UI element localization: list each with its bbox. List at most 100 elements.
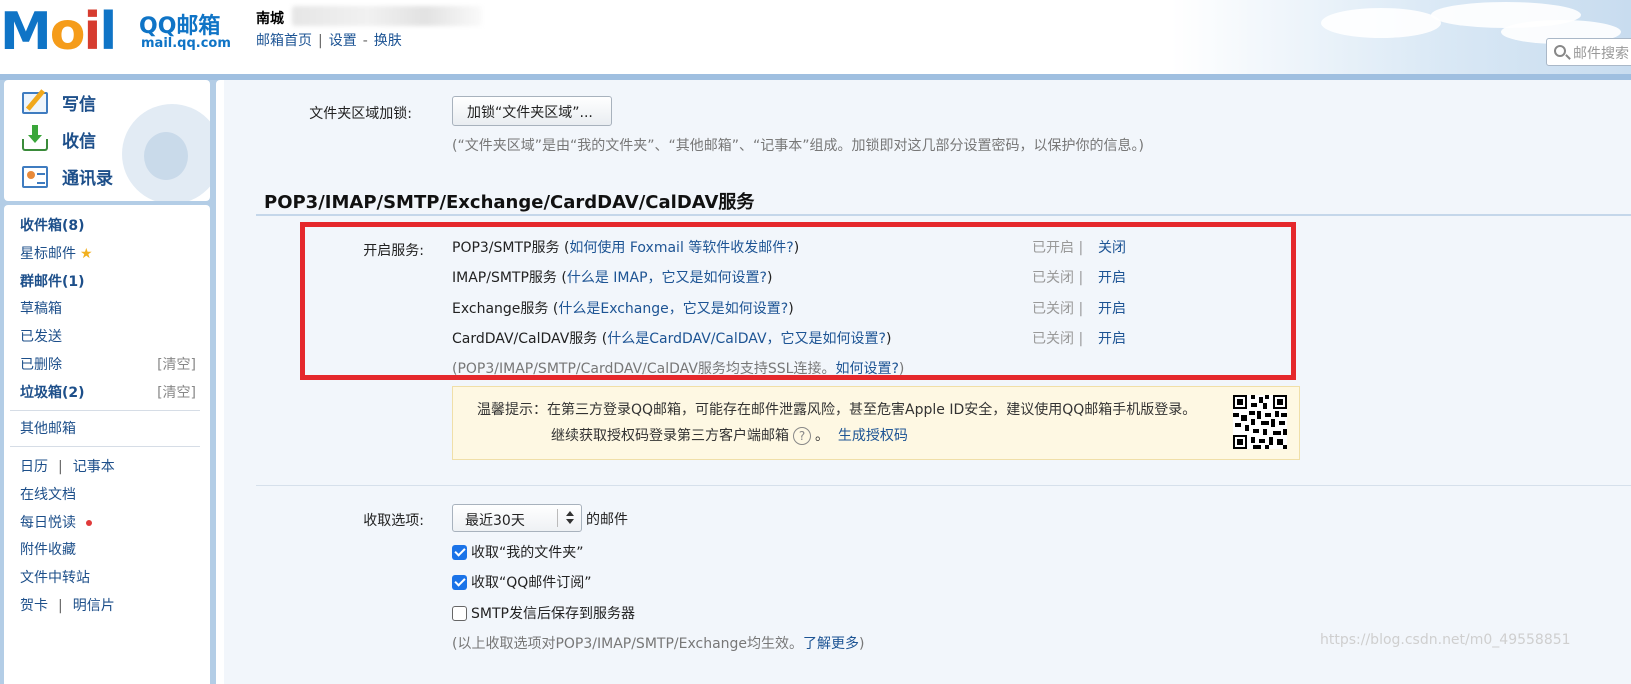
receive-icon [22, 124, 48, 151]
logo-domain: mail.qq.com [141, 36, 231, 51]
service-row-pop3: POP3/SMTP服务 (如何使用 Foxmail 等软件收发邮件?) [452, 240, 800, 256]
settings-content: 文件夹区域加锁: 加锁“文件夹区域”... (“文件夹区域”是由“我的文件夹”、… [216, 80, 1631, 684]
sidebar-item-inbox[interactable]: 收件箱(8) [20, 215, 85, 235]
compose-label: 写信 [62, 95, 96, 115]
logo-mail-text: Moil [0, 2, 117, 62]
folder-lock-note: (“文件夹区域”是由“我的文件夹”、“其他邮箱”、“记事本”组成。加锁即对这几部… [452, 138, 1144, 154]
learn-more-link[interactable]: 了解更多 [803, 636, 859, 652]
smtp-save-checkbox[interactable]: SMTP发信后保存到服务器 [452, 603, 635, 623]
imap-toggle-button[interactable]: 开启 [1098, 267, 1126, 287]
checkbox-checked-icon [452, 544, 467, 560]
sidebar-item-calendar[interactable]: 日历 [20, 459, 48, 475]
ssl-help-link[interactable]: 如何设置? [835, 361, 898, 377]
sidebar-item-daily-read[interactable]: 每日悦读 [20, 512, 92, 532]
sidebar-item-spam[interactable]: 垃圾箱(2) [20, 382, 85, 402]
clear-spam-button[interactable]: [清空] [157, 382, 196, 402]
compose-button[interactable]: 写信 [22, 90, 96, 115]
qq-mail-logo[interactable]: Moil QQ邮箱 mail.qq.com [0, 2, 240, 62]
divider [10, 410, 200, 411]
receive-suffix: 的邮件 [586, 512, 628, 528]
receive-qq-subscription-checkbox[interactable]: 收取“QQ邮件订阅” [452, 572, 592, 592]
contacts-label: 通讯录 [62, 169, 113, 189]
receive-options-label: 收取选项: [363, 513, 424, 529]
clear-deleted-button[interactable]: [清空] [157, 354, 196, 374]
section-divider [256, 485, 1631, 486]
contacts-button[interactable]: 通讯录 [22, 164, 113, 189]
help-icon[interactable]: ? [793, 427, 811, 445]
calendar-notes-row: 日历 | 记事本 [20, 459, 115, 475]
sidebar-item-deleted[interactable]: 已删除 [20, 354, 62, 374]
receive-note: (以上收取选项对POP3/IMAP/SMTP/Exchange均生效。了解更多) [452, 636, 865, 652]
search-input[interactable]: 邮件搜索 [1546, 38, 1631, 66]
service-help-link[interactable]: 什么是 IMAP，它又是如何设置? [567, 270, 767, 286]
select-arrows-icon [557, 509, 581, 527]
service-name: CardDAV/CalDAV服务 [452, 331, 598, 347]
settings-inner: 文件夹区域加锁: 加锁“文件夹区域”... (“文件夹区域”是由“我的文件夹”、… [224, 80, 1631, 684]
services-label: 开启服务: [363, 243, 424, 259]
user-name: 南城 [256, 11, 284, 27]
select-value: 最近30天 [465, 513, 525, 529]
tip-text-2: 继续获取授权码登录第三方客户端邮箱?。 生成授权码 [551, 427, 908, 445]
lock-folder-button[interactable]: 加锁“文件夹区域”... [452, 96, 612, 126]
tip-text: 温馨提示：在第三方登录QQ邮箱，可能存在邮件泄露风险，甚至危害Apple ID安… [477, 402, 1197, 418]
service-name: POP3/SMTP服务 [452, 240, 560, 256]
mailbox-home-link[interactable]: 邮箱首页 [256, 33, 312, 49]
receive-range-select[interactable]: 最近30天 [452, 504, 582, 532]
watermark: https://blog.csdn.net/m0_49558851 [1320, 632, 1571, 648]
sidebar-item-group[interactable]: 群邮件(1) [20, 271, 85, 291]
sidebar-item-starred[interactable]: 星标邮件 ★ [20, 243, 93, 263]
star-icon: ★ [80, 246, 93, 262]
warning-tip: 温馨提示：在第三方登录QQ邮箱，可能存在邮件泄露风险，甚至危害Apple ID安… [452, 386, 1300, 460]
sidebar-item-attachments[interactable]: 附件收藏 [20, 539, 76, 559]
sidebar-item-other-mail[interactable]: 其他邮箱 [20, 418, 76, 438]
search-placeholder: 邮件搜索 [1573, 46, 1629, 62]
user-address-blurred [292, 6, 482, 26]
service-name: Exchange服务 [452, 301, 549, 317]
compose-icon [22, 91, 48, 114]
change-skin-link[interactable]: 换肤 [374, 33, 402, 49]
new-dot-icon [86, 520, 92, 526]
receive-button[interactable]: 收信 [22, 124, 96, 152]
service-status: 已关闭 | [1032, 270, 1084, 286]
cards-row: 贺卡 | 明信片 [20, 598, 115, 614]
checkbox-checked-icon [452, 574, 467, 590]
sidebar-item-postcards[interactable]: 明信片 [73, 598, 115, 614]
quick-actions-panel: 写信 收信 通讯录 [4, 80, 210, 201]
generate-auth-code-link[interactable]: 生成授权码 [838, 428, 908, 444]
receive-label: 收信 [62, 132, 96, 152]
carddav-toggle-button[interactable]: 开启 [1098, 328, 1126, 348]
sidebar-item-sent[interactable]: 已发送 [20, 326, 62, 346]
divider [10, 446, 200, 447]
top-links: 邮箱首页 | 设置 - 换肤 [256, 33, 402, 49]
checkbox-unchecked-icon [452, 605, 467, 621]
folder-lock-label: 文件夹区域加锁: [309, 106, 412, 122]
settings-link[interactable]: 设置 [329, 33, 357, 49]
search-icon [1554, 45, 1566, 57]
ssl-note: (POP3/IMAP/SMTP/CardDAV/CalDAV服务均支持SSL连接… [452, 361, 905, 377]
sidebar-item-docs[interactable]: 在线文档 [20, 484, 76, 504]
header: Moil QQ邮箱 mail.qq.com 南城 邮箱首页 | 设置 - 换肤 邮件搜索 [0, 0, 1631, 74]
exchange-toggle-button[interactable]: 开启 [1098, 298, 1126, 318]
service-row-carddav: CardDAV/CalDAV服务 (什么是CardDAV/CalDAV，它又是如… [452, 331, 892, 347]
service-status: 已开启 | [1032, 240, 1084, 256]
service-row-imap: IMAP/SMTP服务 (什么是 IMAP，它又是如何设置?) [452, 270, 773, 286]
sidebar-item-notes[interactable]: 记事本 [73, 459, 115, 475]
contacts-icon [22, 165, 48, 188]
sidebar-item-cards[interactable]: 贺卡 [20, 598, 48, 614]
sidebar-item-drafts[interactable]: 草稿箱 [20, 298, 62, 318]
service-status: 已关闭 | [1032, 301, 1084, 317]
service-row-exchange: Exchange服务 (什么是Exchange，它又是如何设置?) [452, 301, 794, 317]
service-status: 已关闭 | [1032, 331, 1084, 347]
pop3-toggle-button[interactable]: 关闭 [1098, 237, 1126, 257]
receive-my-folders-checkbox[interactable]: 收取“我的文件夹” [452, 542, 584, 562]
service-help-link[interactable]: 如何使用 Foxmail 等软件收发邮件? [569, 240, 793, 256]
service-name: IMAP/SMTP服务 [452, 270, 557, 286]
starred-label: 星标邮件 [20, 246, 76, 262]
service-help-link[interactable]: 什么是CardDAV/CalDAV，它又是如何设置? [607, 331, 886, 347]
qr-code-icon [1233, 395, 1287, 449]
section-divider [256, 214, 1631, 216]
sidebar-item-transfer[interactable]: 文件中转站 [20, 567, 90, 587]
section-title: POP3/IMAP/SMTP/Exchange/CardDAV/CalDAV服务 [264, 192, 755, 213]
folder-list: 收件箱(8) 星标邮件 ★ 群邮件(1) 草稿箱 已发送 已删除 [清空] 垃圾箱… [4, 205, 210, 684]
service-help-link[interactable]: 什么是Exchange，它又是如何设置? [558, 301, 788, 317]
